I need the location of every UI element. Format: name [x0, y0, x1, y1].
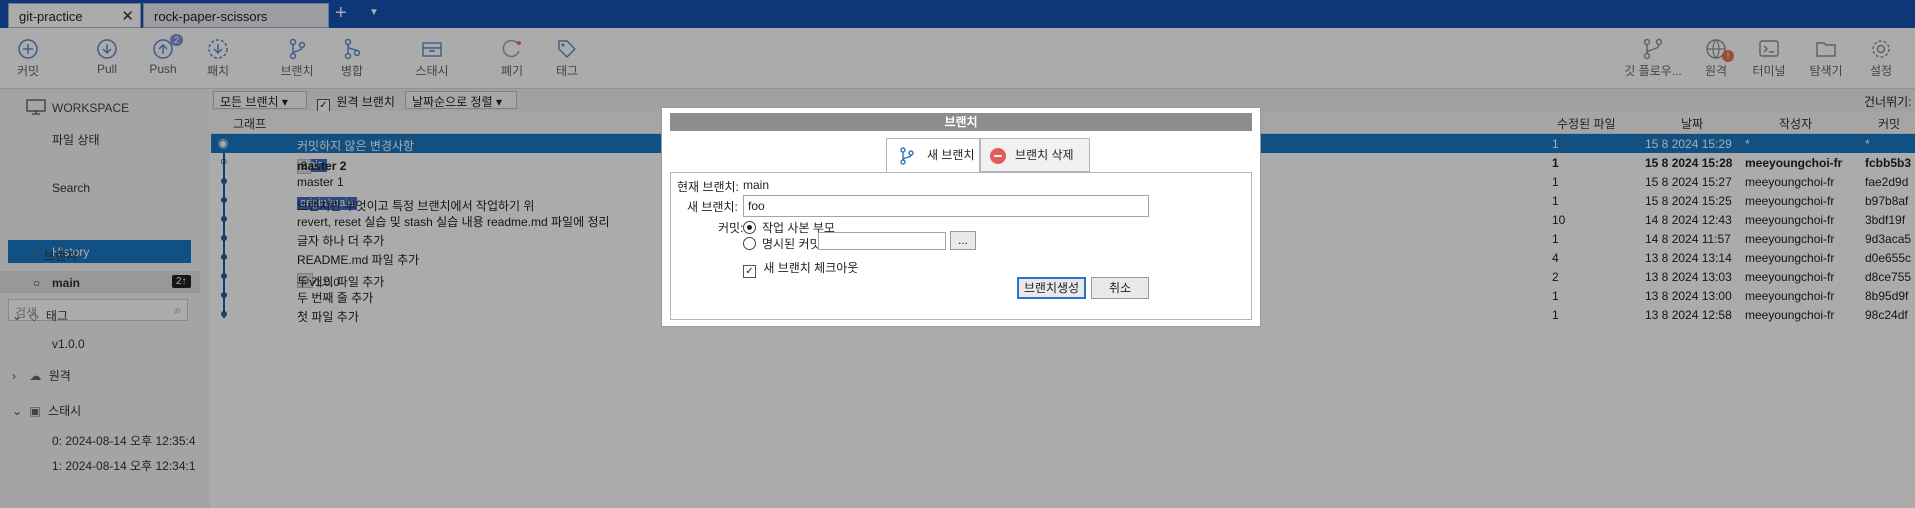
checkout-new-branch-checkbox[interactable]: ✓ 새 브랜치 체크아웃 — [743, 259, 858, 278]
delete-icon — [990, 148, 1006, 164]
tab-delete-branch[interactable]: 브랜치 삭제 — [980, 138, 1090, 172]
radio-unselected-icon — [743, 237, 756, 250]
radio-specified-commit-label: 명시된 커밋: — [762, 237, 824, 251]
specified-commit-input[interactable] — [818, 232, 946, 250]
new-branch-input[interactable]: foo — [743, 195, 1149, 217]
new-branch-value: foo — [748, 199, 765, 213]
create-branch-button[interactable]: 브랜치생성 — [1017, 277, 1086, 299]
current-branch-value: main — [743, 178, 770, 192]
radio-specified-commit[interactable]: 명시된 커밋: — [743, 235, 824, 252]
current-branch-label: 현재 브랜치: — [677, 180, 739, 194]
tab-new-branch-label: 새 브랜치 — [927, 148, 975, 162]
commit-label: 커밋: — [718, 221, 744, 235]
branch-dialog: 브랜치 새 브랜치 브랜치 삭제 현재 브랜치: main 새 브랜치: foo… — [661, 107, 1261, 327]
new-branch-label: 새 브랜치: — [687, 200, 738, 214]
radio-selected-icon — [743, 221, 756, 234]
branch-icon — [900, 147, 914, 165]
cancel-button[interactable]: 취소 — [1091, 277, 1149, 299]
checkbox-icon: ✓ — [743, 265, 756, 278]
dialog-title: 브랜치 — [670, 113, 1252, 131]
browse-commit-button[interactable]: ... — [950, 231, 976, 250]
tab-delete-branch-label: 브랜치 삭제 — [1015, 148, 1074, 162]
checkout-new-branch-label: 새 브랜치 체크아웃 — [763, 261, 859, 275]
dialog-panel: 현재 브랜치: main 새 브랜치: foo 커밋: 작업 사본 부모 명시된… — [670, 172, 1252, 320]
tab-new-branch[interactable]: 새 브랜치 — [886, 138, 980, 172]
